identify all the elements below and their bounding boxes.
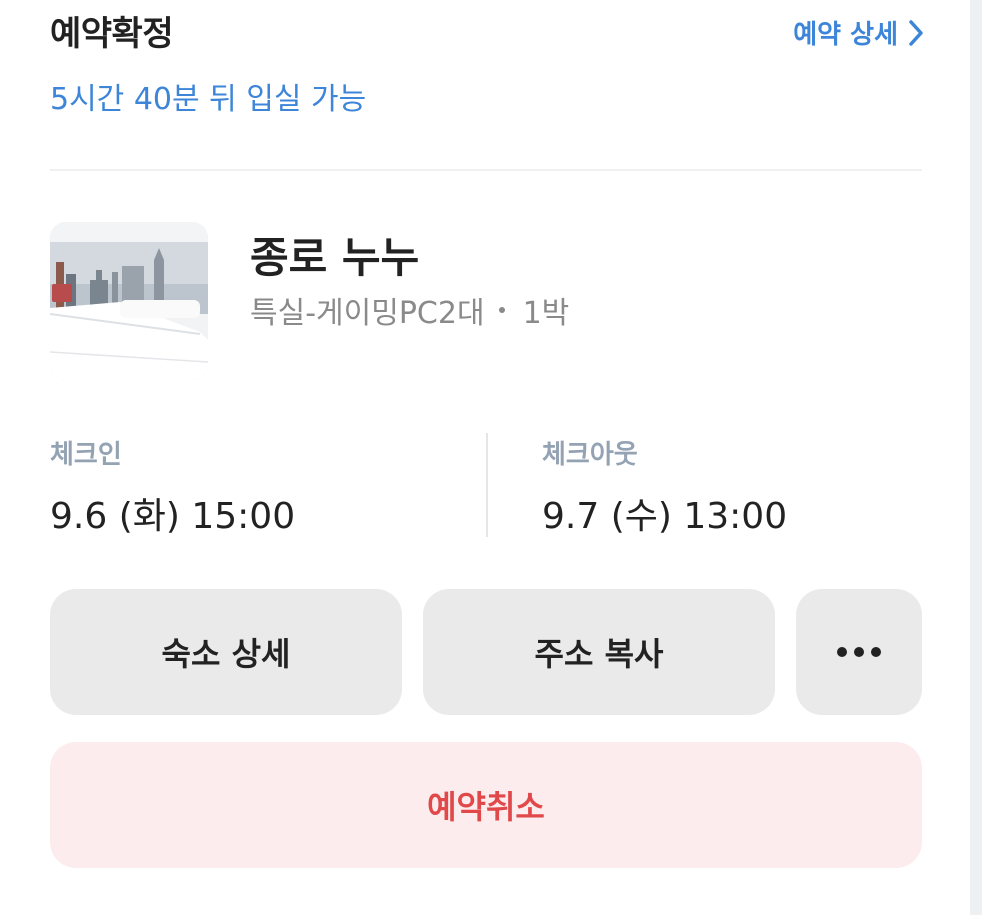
stay-nights: 1박 <box>522 296 570 331</box>
more-options-button[interactable] <box>796 589 922 715</box>
room-info: 특실-게이밍PC2대 1박 <box>250 288 569 332</box>
property-detail-button[interactable]: 숙소 상세 <box>50 589 402 715</box>
reservation-status-title: 예약확정 <box>50 14 174 54</box>
checkin-datetime: 9.6 (화) 15:00 <box>50 496 296 537</box>
reservation-card: 예약확정 예약 상세 5시간 40분 뒤 입실 가능 종로 누누 특실-게이밍P… <box>0 0 982 915</box>
checkout-label: 체크아웃 <box>542 440 638 470</box>
divider <box>50 169 922 171</box>
hotel-thumbnail[interactable] <box>50 222 208 380</box>
hotel-name: 종로 누누 <box>250 233 420 282</box>
vertical-divider <box>486 433 488 537</box>
copy-address-button[interactable]: 주소 복사 <box>423 589 775 715</box>
reservation-detail-link[interactable]: 예약 상세 <box>793 14 924 51</box>
side-panel-edge <box>970 0 982 915</box>
separator-dot <box>498 307 505 313</box>
reservation-detail-label: 예약 상세 <box>793 20 898 50</box>
more-horizontal-icon <box>837 647 881 657</box>
cancel-reservation-button[interactable]: 예약취소 <box>50 742 922 868</box>
checkin-available-notice: 5시간 40분 뒤 입실 가능 <box>50 82 367 117</box>
checkout-datetime: 9.7 (수) 13:00 <box>542 496 788 537</box>
chevron-right-icon <box>908 19 924 47</box>
checkin-label: 체크인 <box>50 440 122 470</box>
room-type: 특실-게이밍PC2대 <box>250 296 485 331</box>
